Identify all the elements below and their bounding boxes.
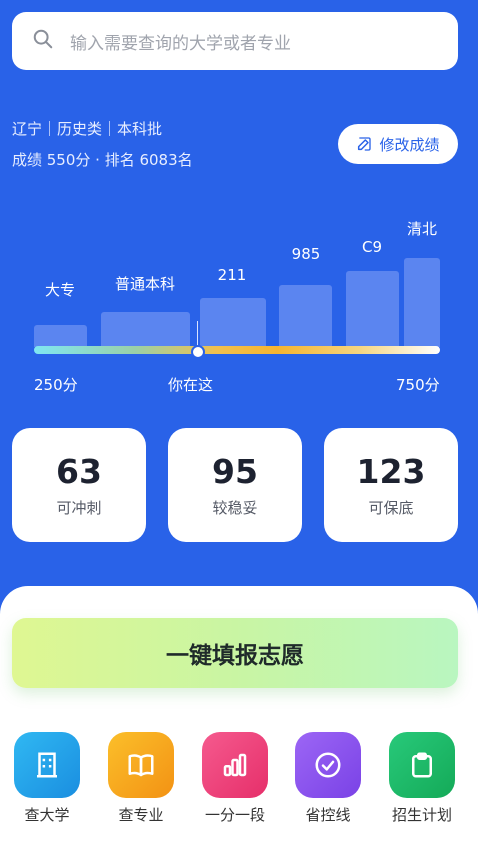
bar-label: C9 bbox=[361, 238, 383, 256]
bar-dazhuan bbox=[34, 325, 87, 347]
nav-icon-bg bbox=[14, 732, 80, 798]
nav-label: 查专业 bbox=[118, 806, 164, 824]
clipboard-icon bbox=[412, 752, 432, 778]
score-track bbox=[34, 346, 440, 354]
current-score-marker bbox=[191, 345, 205, 359]
stat-number: 123 bbox=[356, 452, 426, 491]
nav-label: 查大学 bbox=[24, 806, 70, 824]
nav-query-major[interactable]: 查专业 bbox=[96, 732, 186, 825]
bar-label: 211 bbox=[217, 266, 247, 284]
book-icon bbox=[128, 754, 154, 777]
stat-card-chongci[interactable]: 63 可冲刺 bbox=[12, 428, 146, 542]
stat-label: 可保底 bbox=[368, 499, 414, 517]
nav-icon-bg bbox=[108, 732, 174, 798]
bar-985 bbox=[279, 285, 332, 347]
search-icon bbox=[32, 28, 54, 54]
nav-icon-bg bbox=[389, 732, 455, 798]
bar-label: 清北 bbox=[406, 220, 437, 238]
profile-score-rank: 成绩 550分 · 排名 6083名 bbox=[12, 151, 193, 169]
stat-label: 较稳妥 bbox=[212, 499, 258, 517]
search-bar[interactable]: 输入需要查询的大学或者专业 bbox=[12, 12, 458, 70]
bar-putong-benke bbox=[101, 312, 190, 347]
nav-enrollment-plan[interactable]: 招生计划 bbox=[377, 732, 467, 825]
bar-c9 bbox=[346, 271, 399, 347]
nav-label: 招生计划 bbox=[391, 806, 452, 824]
bar-label: 大专 bbox=[44, 281, 75, 299]
nav-label: 一分一段 bbox=[204, 806, 265, 824]
stat-label: 可冲刺 bbox=[56, 499, 102, 517]
building-icon bbox=[37, 752, 57, 778]
nav-query-university[interactable]: 查大学 bbox=[2, 732, 92, 825]
bar-chart-icon bbox=[223, 753, 247, 777]
axis-max-label: 750分 bbox=[396, 376, 440, 394]
profile-province-subject: 辽宁｜历史类｜本科批 bbox=[12, 120, 163, 138]
stat-number: 63 bbox=[56, 452, 102, 491]
fill-application-button[interactable]: 一键填报志愿 bbox=[12, 618, 458, 688]
stat-number: 95 bbox=[212, 452, 258, 491]
nav-control-line[interactable]: 省控线 bbox=[283, 732, 373, 825]
bar-211 bbox=[200, 298, 266, 347]
edit-score-button[interactable]: 修改成绩 bbox=[338, 124, 458, 164]
edit-icon bbox=[357, 137, 372, 151]
nav-score-rank-table[interactable]: 一分一段 bbox=[190, 732, 280, 825]
nav-icon-bg bbox=[295, 732, 361, 798]
nav-label: 省控线 bbox=[305, 806, 351, 824]
nav-icon-bg bbox=[202, 732, 268, 798]
bar-label: 普通本科 bbox=[114, 275, 175, 293]
axis-current-label: 你在这 bbox=[168, 376, 214, 394]
edit-score-label: 修改成绩 bbox=[379, 135, 440, 154]
check-circle-icon bbox=[315, 752, 341, 778]
stat-card-baodi[interactable]: 123 可保底 bbox=[324, 428, 458, 542]
axis-min-label: 250分 bbox=[34, 376, 78, 394]
stat-card-wentuo[interactable]: 95 较稳妥 bbox=[168, 428, 302, 542]
bar-qingbei bbox=[404, 258, 440, 347]
search-input[interactable]: 输入需要查询的大学或者专业 bbox=[70, 29, 291, 54]
